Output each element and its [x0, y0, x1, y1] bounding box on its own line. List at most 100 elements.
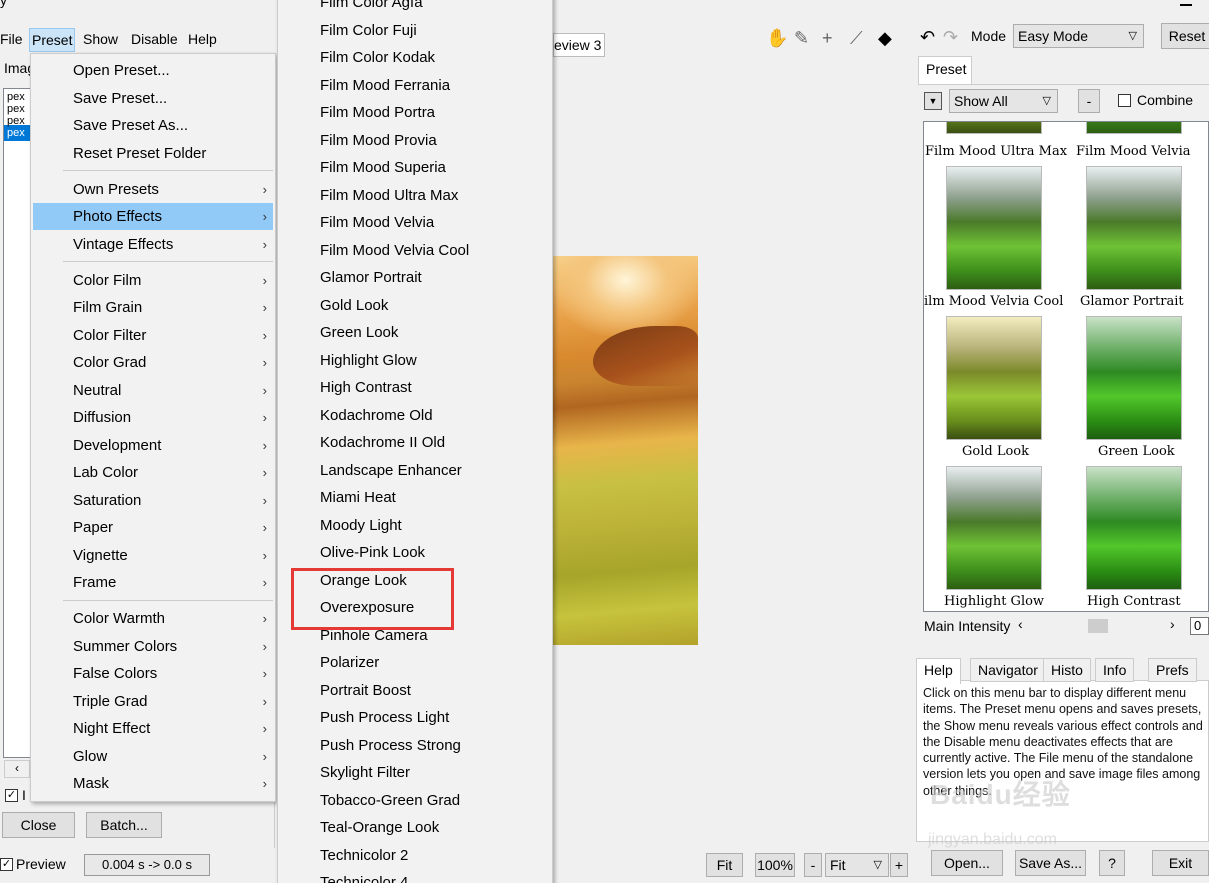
preset-menu-item[interactable]: Mask › — [33, 770, 273, 797]
slider-left-icon[interactable]: ‹ — [1018, 616, 1023, 632]
photo-effect-item[interactable]: Tobacco-Green Grad — [280, 787, 550, 814]
preset-menu-item[interactable]: Frame › — [33, 569, 273, 596]
photo-effect-item[interactable]: Skylight Filter — [280, 759, 550, 786]
image-checkbox[interactable]: ✓ — [5, 789, 18, 802]
photo-effect-item[interactable]: Film Mood Superia — [280, 154, 550, 181]
photo-effect-item[interactable]: Polarizer — [280, 649, 550, 676]
intensity-value[interactable]: 0 — [1190, 617, 1209, 635]
photo-effect-item[interactable]: Moody Light — [280, 512, 550, 539]
preset-menu-item[interactable]: Photo Effects › — [33, 203, 273, 230]
preset-thumbnails[interactable]: Film Mood Ultra Max Film Mood Velvia ilm… — [923, 121, 1209, 612]
preset-menu-item[interactable]: Color Film › — [33, 267, 273, 294]
photo-effect-item[interactable]: Olive-Pink Look — [280, 539, 550, 566]
photo-effect-item[interactable]: Push Process Light — [280, 704, 550, 731]
menu-file[interactable]: File — [0, 31, 23, 47]
tab-preset[interactable]: Preset — [918, 56, 972, 84]
preset-menu-item[interactable]: Saturation › — [33, 487, 273, 514]
photo-effect-item[interactable]: Portrait Boost — [280, 677, 550, 704]
photo-effect-item[interactable]: Push Process Strong — [280, 732, 550, 759]
zoom-in-button[interactable]: + — [890, 853, 908, 877]
photo-effect-item[interactable]: Film Mood Portra — [280, 99, 550, 126]
thumb-green-look[interactable] — [1086, 316, 1182, 440]
filter-select[interactable]: Show All ▽ — [949, 89, 1058, 113]
photo-effect-item[interactable]: Glamor Portrait — [280, 264, 550, 291]
photo-effect-item[interactable]: High Contrast — [280, 374, 550, 401]
minimize-icon[interactable] — [1180, 4, 1192, 6]
menu-help[interactable]: Help — [188, 31, 217, 47]
preset-menu-item[interactable]: Diffusion › — [33, 404, 273, 431]
thumb-film-mood-velvia-cool[interactable] — [946, 166, 1042, 290]
slider-thumb[interactable] — [1088, 619, 1108, 633]
photo-effect-item[interactable]: Technicolor 2 — [280, 842, 550, 869]
combine-checkbox[interactable] — [1118, 94, 1131, 107]
preset-menu-item[interactable]: Development › — [33, 432, 273, 459]
menu-show[interactable]: Show — [83, 31, 118, 47]
close-button[interactable]: Close — [2, 812, 75, 838]
file-list[interactable]: pex pex pex pex — [3, 88, 31, 758]
list-item[interactable]: pex — [4, 125, 30, 141]
photo-effect-item[interactable]: Gold Look — [280, 292, 550, 319]
photo-effect-item[interactable]: Film Mood Provia — [280, 127, 550, 154]
photo-effect-item[interactable]: Teal-Orange Look — [280, 814, 550, 841]
preset-menu-item[interactable]: Night Effect › — [33, 715, 273, 742]
thumb-glamor-portrait[interactable] — [1086, 166, 1182, 290]
redo-icon[interactable]: ↷ — [943, 27, 958, 48]
split-view-icon[interactable]: ◆ — [878, 28, 892, 49]
zoom-100-button[interactable]: 100% — [755, 853, 795, 877]
help-button[interactable]: ? — [1099, 850, 1125, 876]
photo-effect-item[interactable]: Film Color Agfa — [280, 0, 550, 16]
dropdown-toggle-icon[interactable]: ▼ — [924, 92, 942, 110]
tab-navigator[interactable]: Navigator — [970, 658, 1046, 682]
save-as-button[interactable]: Save As... — [1015, 850, 1086, 876]
exit-button[interactable]: Exit — [1152, 850, 1209, 876]
preset-menu-item[interactable]: Color Grad › — [33, 349, 273, 376]
menu-preset[interactable]: Preset — [29, 28, 76, 52]
thumb-gold-look[interactable] — [946, 316, 1042, 440]
fit-button[interactable]: Fit — [706, 853, 743, 877]
thumb-high-contrast[interactable] — [1086, 466, 1182, 590]
tab-info[interactable]: Info — [1095, 658, 1135, 682]
zoom-out-button[interactable]: - — [804, 853, 822, 877]
preview-checkbox[interactable]: ✓ — [0, 858, 13, 871]
minus-button[interactable]: - — [1078, 89, 1100, 113]
menu-disable[interactable]: Disable — [131, 31, 178, 47]
preset-menu-item[interactable]: Save Preset As... — [33, 112, 273, 139]
photo-effect-item[interactable]: Landscape Enhancer — [280, 457, 550, 484]
preset-menu-item[interactable]: Neutral › — [33, 377, 273, 404]
reset-button[interactable]: Reset — [1161, 23, 1209, 49]
undo-icon[interactable]: ↶ — [920, 27, 935, 48]
batch-button[interactable]: Batch... — [86, 812, 162, 838]
preset-menu-item[interactable]: Summer Colors › — [33, 633, 273, 660]
mode-select[interactable]: Easy Mode ▽ — [1013, 24, 1144, 48]
photo-effect-item[interactable]: Technicolor 4 — [280, 869, 550, 883]
preset-menu-item[interactable]: Color Warmth › — [33, 605, 273, 632]
preset-menu-item[interactable]: Glow › — [33, 743, 273, 770]
crosshair-icon[interactable]: + — [822, 28, 833, 49]
tab-help[interactable]: Help — [916, 658, 961, 684]
preset-menu-item[interactable]: False Colors › — [33, 660, 273, 687]
preset-menu-item[interactable]: Save Preset... — [33, 85, 273, 112]
preset-menu-item[interactable]: Lab Color › — [33, 459, 273, 486]
photo-effect-item[interactable]: Miami Heat — [280, 484, 550, 511]
eyedropper-icon[interactable]: ✎ — [794, 28, 809, 49]
preset-menu-item[interactable]: Reset Preset Folder — [33, 140, 273, 167]
preset-menu-item[interactable]: Color Filter › — [33, 322, 273, 349]
preset-menu-item[interactable]: Vignette › — [33, 542, 273, 569]
open-button[interactable]: Open... — [931, 850, 1003, 876]
photo-effect-item[interactable]: Film Color Fuji — [280, 17, 550, 44]
photo-effect-item[interactable]: Film Color Kodak — [280, 44, 550, 71]
photo-effect-item[interactable]: Kodachrome II Old — [280, 429, 550, 456]
photo-effect-item[interactable]: Kodachrome Old — [280, 402, 550, 429]
tab-preview-3[interactable]: eview 3 — [553, 33, 605, 57]
photo-effect-item[interactable]: Green Look — [280, 319, 550, 346]
zoom-select[interactable]: Fit ▽ — [825, 853, 889, 877]
preset-menu-item[interactable]: Film Grain › — [33, 294, 273, 321]
preset-menu-item[interactable]: Triple Grad › — [33, 688, 273, 715]
preset-menu-item[interactable]: Paper › — [33, 514, 273, 541]
scroll-left-icon[interactable]: ‹ — [4, 760, 30, 778]
slider-right-icon[interactable]: › — [1170, 616, 1175, 632]
photo-effect-item[interactable]: Film Mood Velvia Cool — [280, 237, 550, 264]
photo-effect-item[interactable]: Highlight Glow — [280, 347, 550, 374]
photo-effect-item[interactable]: Film Mood Ferrania — [280, 72, 550, 99]
preset-menu-item[interactable]: Own Presets › — [33, 176, 273, 203]
